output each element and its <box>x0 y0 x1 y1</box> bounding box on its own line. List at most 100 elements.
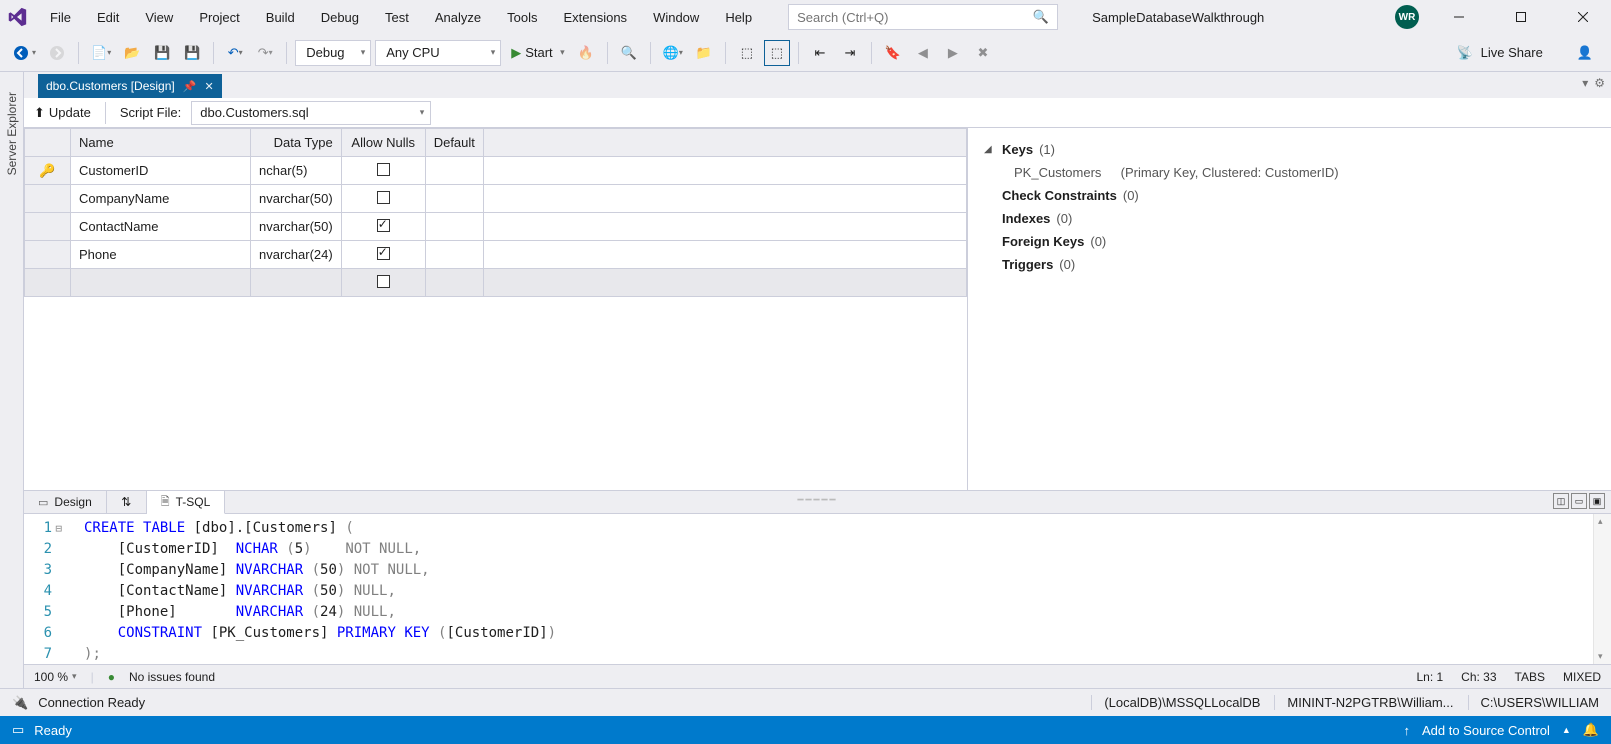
new-project-button[interactable]: 📄▾ <box>87 40 115 66</box>
tab-tsql[interactable]: 🗎T-SQL <box>147 491 226 514</box>
redo-button[interactable]: ↷▾ <box>252 40 278 66</box>
cell-nulls[interactable] <box>341 185 425 213</box>
cell-default[interactable] <box>425 185 483 213</box>
notifications-icon[interactable]: 🔔 <box>1583 722 1599 738</box>
script-file-dropdown[interactable]: dbo.Customers.sql <box>191 101 431 125</box>
fold-icon[interactable]: ⊟ <box>55 518 62 539</box>
indent-button[interactable]: ⇥ <box>837 40 863 66</box>
expand-icon[interactable]: ◢ <box>984 144 996 155</box>
pane-layout-3[interactable]: ▣ <box>1589 493 1605 509</box>
menu-view[interactable]: View <box>133 4 185 31</box>
cell-type[interactable]: nchar(5) <box>251 157 342 185</box>
splitter-handle[interactable]: ━━━━━ <box>797 495 837 506</box>
minimize-button[interactable] <box>1437 1 1481 33</box>
cell-default[interactable] <box>425 269 483 297</box>
maximize-button[interactable] <box>1499 1 1543 33</box>
avatar[interactable]: WR <box>1395 5 1419 29</box>
cell-name[interactable]: ContactName <box>71 213 251 241</box>
config-dropdown[interactable]: Debug <box>295 40 371 66</box>
fk-node[interactable]: Foreign Keys (0) <box>984 230 1595 253</box>
cell-type[interactable]: nvarchar(50) <box>251 185 342 213</box>
live-share-label[interactable]: Live Share <box>1481 45 1543 60</box>
outdent-button[interactable]: ⇤ <box>807 40 833 66</box>
checkbox-icon[interactable] <box>377 247 390 260</box>
close-icon[interactable]: ✕ <box>204 80 213 93</box>
feedback-icon[interactable]: 👤 <box>1577 45 1593 61</box>
cell-nulls[interactable] <box>341 213 425 241</box>
cell-type[interactable] <box>251 269 342 297</box>
clear-bookmarks-button[interactable]: ✖ <box>970 40 996 66</box>
cell-nulls[interactable] <box>341 269 425 297</box>
pane-layout-2[interactable]: ▭ <box>1571 493 1587 509</box>
menu-edit[interactable]: Edit <box>85 4 131 31</box>
bookmark-button[interactable]: 🔖 <box>880 40 906 66</box>
nav-forward-button[interactable] <box>44 40 70 66</box>
checkbox-icon[interactable] <box>377 191 390 204</box>
checkbox-icon[interactable] <box>377 275 390 288</box>
nav-back-button[interactable]: ▾ <box>8 40 40 66</box>
menu-window[interactable]: Window <box>641 4 711 31</box>
undo-button[interactable]: ↶▾ <box>222 40 248 66</box>
editor-scrollbar[interactable] <box>1593 514 1611 664</box>
tabs-indicator[interactable]: TABS <box>1515 670 1545 684</box>
table-row[interactable]: Phone nvarchar(24) <box>25 241 967 269</box>
prev-bookmark-button[interactable]: ◀ <box>910 40 936 66</box>
chevron-up-icon[interactable]: ▲ <box>1562 725 1571 735</box>
cell-name[interactable]: Phone <box>71 241 251 269</box>
cell-name[interactable]: CustomerID <box>71 157 251 185</box>
search-input[interactable] <box>797 10 1033 25</box>
update-button[interactable]: ⬆ Update <box>34 105 91 121</box>
checkbox-icon[interactable] <box>377 219 390 232</box>
menu-help[interactable]: Help <box>713 4 764 31</box>
open-file-button[interactable]: 📂 <box>119 40 145 66</box>
browser-link-button[interactable]: 🌐▾ <box>659 40 687 66</box>
check-node[interactable]: Check Constraints (0) <box>984 184 1595 207</box>
swap-panes-button[interactable]: ⇅ <box>107 491 147 513</box>
cell-name[interactable]: CompanyName <box>71 185 251 213</box>
menu-tools[interactable]: Tools <box>495 4 549 31</box>
icon-1[interactable]: ⬚ <box>734 40 760 66</box>
save-all-button[interactable]: 💾 <box>179 40 205 66</box>
find-in-files-button[interactable]: 🔍 <box>616 40 642 66</box>
table-new-row[interactable] <box>25 269 967 297</box>
cell-name[interactable] <box>71 269 251 297</box>
icon-2[interactable]: ⬚ <box>764 40 790 66</box>
save-button[interactable]: 💾 <box>149 40 175 66</box>
keys-node[interactable]: ◢Keys (1) <box>984 138 1595 161</box>
live-share-icon[interactable]: 📡 <box>1456 45 1472 61</box>
cell-default[interactable] <box>425 241 483 269</box>
triggers-node[interactable]: Triggers (0) <box>984 253 1595 276</box>
start-button[interactable]: ▶Start <box>505 40 568 66</box>
cell-nulls[interactable] <box>341 157 425 185</box>
columns-grid[interactable]: Name Data Type Allow Nulls Default 🔑 Cus… <box>24 128 967 297</box>
zoom-dropdown[interactable]: 100 %▾ <box>34 670 77 684</box>
menu-project[interactable]: Project <box>187 4 251 31</box>
table-row[interactable]: 🔑 CustomerID nchar(5) <box>25 157 967 185</box>
pk-item[interactable]: PK_Customers (Primary Key, Clustered: Cu… <box>984 161 1595 184</box>
cell-type[interactable]: nvarchar(50) <box>251 213 342 241</box>
menu-test[interactable]: Test <box>373 4 421 31</box>
pane-layout-1[interactable]: ◫ <box>1553 493 1569 509</box>
table-row[interactable]: ContactName nvarchar(50) <box>25 213 967 241</box>
menu-build[interactable]: Build <box>254 4 307 31</box>
next-bookmark-button[interactable]: ▶ <box>940 40 966 66</box>
code-text[interactable]: CREATE TABLE [dbo].[Customers] ( [Custom… <box>84 514 1611 664</box>
menu-analyze[interactable]: Analyze <box>423 4 493 31</box>
sql-editor[interactable]: ⊟ 1234567 CREATE TABLE [dbo].[Customers]… <box>24 514 1611 664</box>
tab-design[interactable]: ▭Design <box>24 491 107 513</box>
pin-icon[interactable]: 📌 <box>183 80 197 93</box>
file-nesting-button[interactable]: 📁 <box>691 40 717 66</box>
cell-default[interactable] <box>425 157 483 185</box>
source-control-button[interactable]: Add to Source Control <box>1422 723 1550 738</box>
tab-overflow-icon[interactable]: ▾ <box>1582 76 1588 90</box>
checkbox-icon[interactable] <box>377 163 390 176</box>
col-allownulls-header[interactable]: Allow Nulls <box>341 129 425 157</box>
table-row[interactable]: CompanyName nvarchar(50) <box>25 185 967 213</box>
server-explorer-tab[interactable]: Server Explorer <box>0 72 24 688</box>
lineending-indicator[interactable]: MIXED <box>1563 670 1601 684</box>
indexes-node[interactable]: Indexes (0) <box>984 207 1595 230</box>
gear-icon[interactable]: ⚙ <box>1594 76 1605 90</box>
col-datatype-header[interactable]: Data Type <box>251 129 342 157</box>
menu-extensions[interactable]: Extensions <box>551 4 639 31</box>
menu-debug[interactable]: Debug <box>309 4 371 31</box>
